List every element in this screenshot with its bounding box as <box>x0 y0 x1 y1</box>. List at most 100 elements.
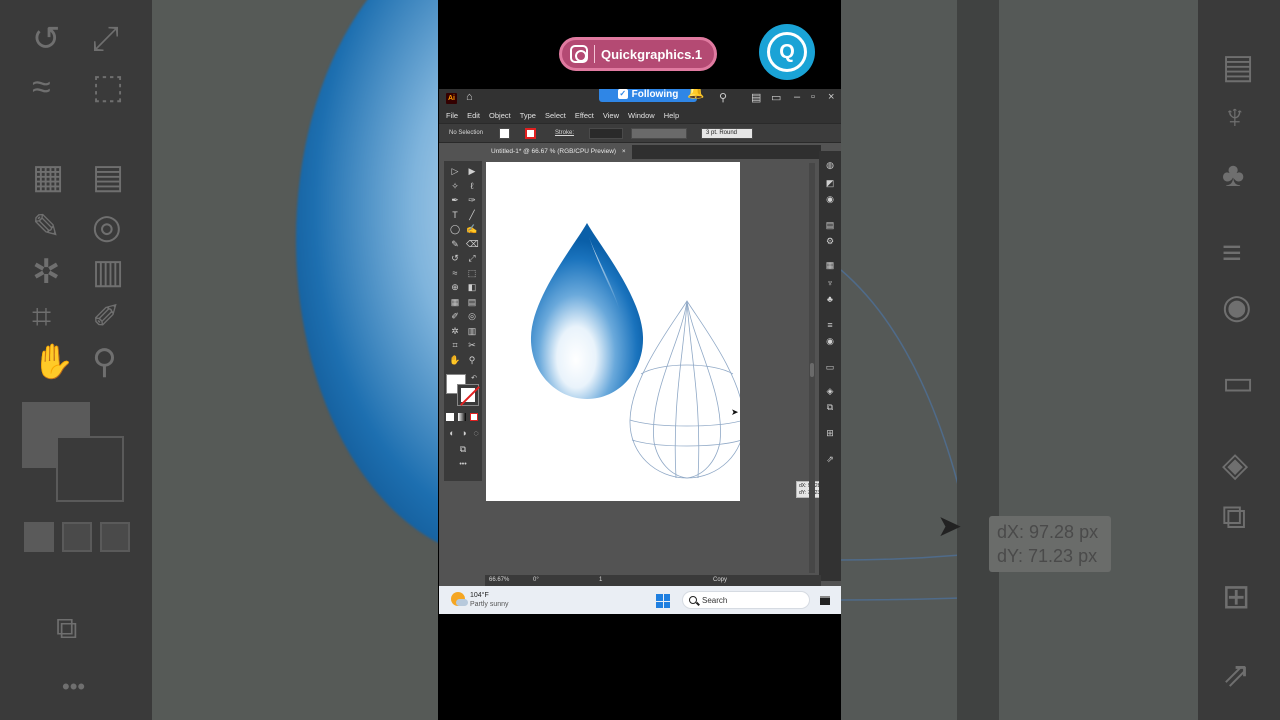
gradient-tool-icon[interactable]: ▤ <box>466 296 478 308</box>
swatches-icon[interactable]: ▦ <box>824 259 836 271</box>
artboards-panel-icon[interactable]: ⧉ <box>824 401 836 413</box>
export-icon[interactable]: ⇗ <box>824 453 836 465</box>
stroke-panel-icon[interactable]: ≡ <box>824 319 836 331</box>
maximize-icon[interactable]: ▫ <box>811 91 815 103</box>
menu-select[interactable]: Select <box>545 111 566 120</box>
width-tool-icon[interactable]: ≈ <box>449 267 461 279</box>
video-frame: Quickgraphics.1 Q Ai ⌂ ✓ Following 🔔 ⚲ ▤… <box>438 0 841 720</box>
draw-inside-icon[interactable]: ◌ <box>470 427 482 439</box>
scale-tool-icon[interactable]: ⤢ <box>466 252 478 264</box>
curvature-tool-icon[interactable]: ✑ <box>466 194 478 206</box>
line-tool-icon[interactable]: ╱ <box>466 209 478 221</box>
artboard-tool-icon[interactable]: ⌗ <box>449 339 461 351</box>
libraries-icon[interactable]: ▤ <box>824 219 836 231</box>
symbols-icon[interactable]: ♣ <box>824 293 836 305</box>
screen-mode-icon[interactable]: ⧉ <box>457 443 469 455</box>
home-icon[interactable]: ⌂ <box>466 91 473 103</box>
color-icon[interactable]: ◉ <box>824 193 836 205</box>
menu-help[interactable]: Help <box>664 111 679 120</box>
stroke-weight-field[interactable] <box>589 128 623 139</box>
minimize-icon[interactable]: – <box>794 91 800 103</box>
brush-definition[interactable]: 3 pt. Round <box>701 128 753 139</box>
type-tool-icon[interactable]: T <box>449 209 461 221</box>
slice-tool-icon[interactable]: ✂ <box>466 339 478 351</box>
draw-normal-icon[interactable]: ◐ <box>446 427 458 439</box>
stroke-label[interactable]: Stroke: <box>555 130 574 136</box>
brushes-icon[interactable]: ♆ <box>824 277 836 289</box>
window-close-icon[interactable]: × <box>828 91 834 103</box>
weather-sun-icon[interactable] <box>451 592 468 606</box>
edit-toolbar-icon[interactable]: ••• <box>457 459 469 471</box>
live-paint-tool-icon[interactable]: ◧ <box>466 281 478 293</box>
eraser-tool-icon[interactable]: ⌫ <box>466 238 479 250</box>
blend-tool-icon[interactable]: ◎ <box>466 310 478 322</box>
menu-type[interactable]: Type <box>520 111 536 120</box>
blend-icon: ◎ <box>92 208 122 246</box>
document-tab-title: Untitled-1* @ 66.67 % (RGB/CPU Preview) <box>491 148 617 155</box>
menu-effect[interactable]: Effect <box>575 111 594 120</box>
variable-width-profile[interactable] <box>631 128 687 139</box>
search-icon[interactable]: ⚲ <box>719 91 727 104</box>
vertical-scrollbar[interactable] <box>809 163 815 573</box>
ellipse-tool-icon[interactable]: ◯ <box>449 223 461 235</box>
windows-start-icon[interactable] <box>656 594 670 608</box>
cursor-icon: ➤ <box>731 407 739 417</box>
shape-builder-tool-icon[interactable]: ⊕ <box>449 281 461 293</box>
zoom-level[interactable]: 66.67% <box>489 577 509 583</box>
none-mode-button[interactable] <box>470 413 478 421</box>
shaper-tool-icon[interactable]: ✎ <box>449 238 461 250</box>
menu-edit[interactable]: Edit <box>467 111 480 120</box>
paintbrush-tool-icon[interactable]: ✍ <box>466 223 478 235</box>
instagram-handle-pill[interactable]: Quickgraphics.1 <box>559 37 717 71</box>
layers-icon[interactable]: ◈ <box>824 385 836 397</box>
menu-object[interactable]: Object <box>489 111 511 120</box>
eyedropper-tool-icon[interactable]: ✐ <box>449 310 461 322</box>
magic-wand-tool-icon[interactable]: ✧ <box>449 180 461 192</box>
stroke-color-picker[interactable] <box>525 128 536 139</box>
stroke-swatch[interactable] <box>457 384 479 406</box>
gradient-mode-button[interactable] <box>458 413 466 421</box>
transform-icon[interactable]: ⚙ <box>824 235 836 247</box>
graph-tool-icon[interactable]: ▥ <box>466 325 478 337</box>
scrollbar-thumb[interactable] <box>810 363 814 377</box>
rotate-tool-icon[interactable]: ↺ <box>449 252 461 264</box>
symbol-sprayer-tool-icon[interactable]: ✲ <box>449 325 461 337</box>
artboard[interactable] <box>486 162 740 501</box>
menu-view[interactable]: View <box>603 111 619 120</box>
menu-file[interactable]: File <box>446 111 458 120</box>
document-tab[interactable]: Untitled-1* @ 66.67 % (RGB/CPU Preview) … <box>485 145 632 159</box>
properties-icon[interactable]: ◍ <box>824 159 836 171</box>
taskbar-search[interactable]: Search <box>682 591 810 609</box>
water-drop[interactable] <box>530 223 644 399</box>
draw-behind-icon[interactable]: ◑ <box>458 427 470 439</box>
color-mode-button[interactable] <box>446 413 454 421</box>
workspace-icon[interactable]: ▭ <box>771 91 781 104</box>
color-guide-icon[interactable]: ◩ <box>824 177 836 189</box>
fill-color-picker[interactable] <box>499 128 510 139</box>
rotation-angle[interactable]: 0° <box>533 577 539 583</box>
canvas-workarea[interactable]: dX: 97.28 px dY: 71.23 px ➤ <box>485 161 836 575</box>
free-transform-tool-icon[interactable]: ⬚ <box>466 267 478 279</box>
following-button[interactable]: ✓ Following <box>599 89 697 102</box>
bell-icon[interactable]: 🔔 <box>687 89 704 100</box>
pen-tool-icon[interactable]: ✒ <box>449 194 461 206</box>
mesh-wireframe[interactable] <box>629 300 740 479</box>
zoom-tool-icon[interactable]: ⚲ <box>466 354 478 366</box>
arrange-documents-icon[interactable]: ▤ <box>751 91 761 104</box>
pill-divider <box>594 45 595 63</box>
close-tab-icon[interactable]: × <box>622 148 626 155</box>
swap-fill-stroke-icon[interactable]: ↶ <box>468 373 480 385</box>
lasso-tool-icon[interactable]: ℓ <box>466 180 478 192</box>
brand-logo: Q <box>759 24 815 80</box>
menu-window[interactable]: Window <box>628 111 655 120</box>
direct-selection-tool-icon[interactable]: ▶ <box>466 165 478 177</box>
hand-tool-icon[interactable]: ✋ <box>449 354 461 366</box>
comments-icon[interactable]: ▭ <box>824 361 836 373</box>
taskbar-app-icon[interactable] <box>820 596 830 605</box>
mesh-tool-icon[interactable]: ▦ <box>449 296 461 308</box>
appearance-icon[interactable]: ◉ <box>824 335 836 347</box>
taskbar-search-icon <box>689 596 697 604</box>
align-icon[interactable]: ⊞ <box>824 427 836 439</box>
artboard-number[interactable]: 1 <box>599 577 602 583</box>
selection-tool-icon[interactable]: ▷ <box>449 165 461 177</box>
